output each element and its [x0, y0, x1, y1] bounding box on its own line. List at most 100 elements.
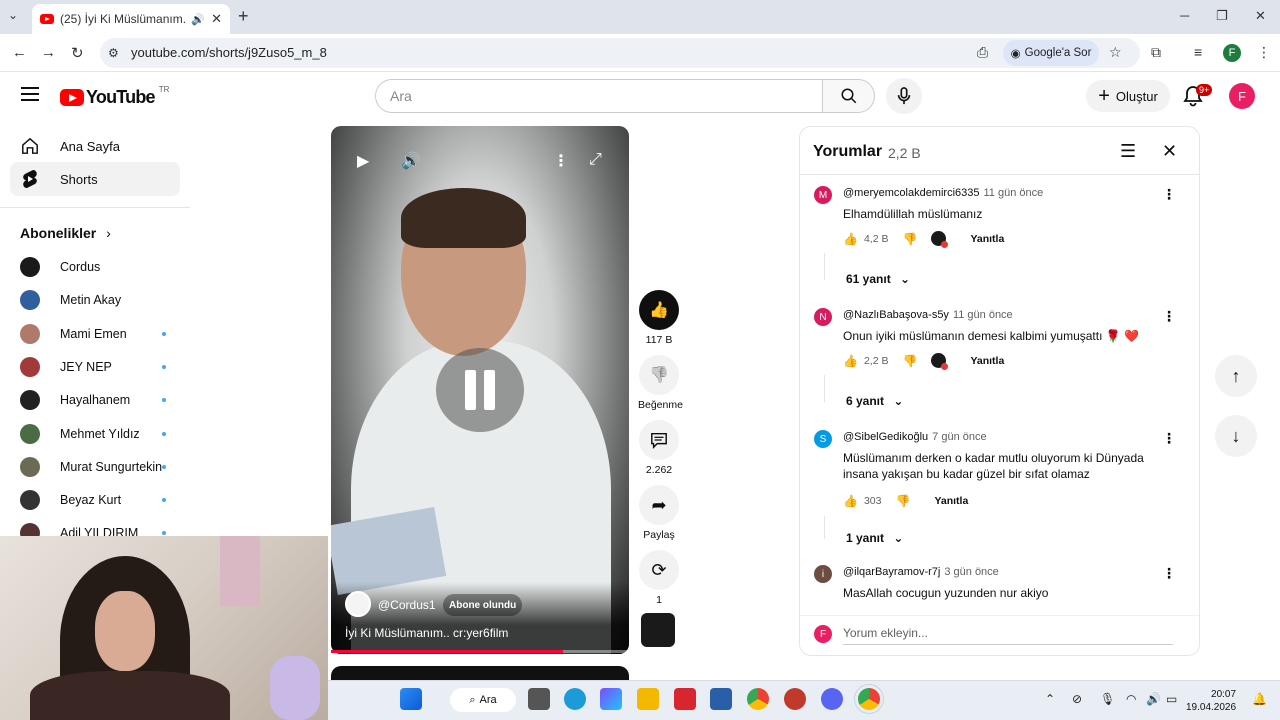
- comment-more-icon[interactable]: ⋮: [1162, 565, 1176, 582]
- new-tab-button[interactable]: +: [238, 6, 249, 27]
- bookmark-star-icon[interactable]: ☆: [1109, 44, 1122, 61]
- wifi-icon[interactable]: ◠: [1126, 692, 1136, 706]
- comment-input[interactable]: Yorum ekleyin...: [843, 626, 928, 640]
- subscribed-button[interactable]: Abone olundu: [443, 594, 523, 616]
- replies-toggle[interactable]: 6 yanıt ⌄: [846, 394, 903, 408]
- browser-tab[interactable]: (25) İyi Ki Müslümanım.. cr: 🔊 ✕: [32, 4, 230, 34]
- chrome-icon[interactable]: [747, 688, 769, 710]
- commenter-avatar[interactable]: N: [814, 308, 832, 326]
- sidebar-subscription-item[interactable]: Hayalhanem: [20, 388, 180, 412]
- close-window-button[interactable]: ✕: [1255, 8, 1266, 24]
- file-explorer-icon[interactable]: [637, 688, 659, 710]
- like-icon[interactable]: 👍: [843, 354, 858, 368]
- tray-chevron-icon[interactable]: ⌃: [1045, 692, 1055, 706]
- commenter-avatar[interactable]: i: [814, 565, 832, 583]
- chrome-active-icon[interactable]: [858, 688, 880, 710]
- voice-search-button[interactable]: [886, 78, 922, 114]
- browser-profile-avatar[interactable]: F: [1223, 44, 1241, 62]
- tab-audio-icon[interactable]: 🔊: [191, 13, 205, 26]
- network-off-icon[interactable]: ⊘: [1072, 692, 1082, 706]
- edge-icon[interactable]: [564, 688, 586, 710]
- maximize-button[interactable]: ❐: [1216, 8, 1228, 24]
- comment-author[interactable]: @meryemcolakdemirci6335 11 gün önce: [843, 187, 1043, 199]
- reply-button[interactable]: Yanıtla: [934, 495, 968, 507]
- previous-short-button[interactable]: ↑: [1215, 355, 1257, 397]
- comment-author[interactable]: @SibelGedikoğlu 7 gün önce: [843, 431, 987, 443]
- windows-start-icon[interactable]: [400, 688, 422, 710]
- dislike-icon[interactable]: 👎: [902, 232, 917, 246]
- comments-button[interactable]: 2.262: [638, 420, 680, 476]
- video-title[interactable]: İyi Ki Müslümanım.. cr:yer6film: [345, 626, 508, 640]
- reload-button[interactable]: ↻: [71, 44, 84, 62]
- user-avatar[interactable]: F: [1229, 83, 1255, 109]
- next-short-button[interactable]: ↓: [1215, 415, 1257, 457]
- comment-more-icon[interactable]: ⋮: [1162, 186, 1176, 203]
- tab-search-chevron-icon[interactable]: ⌄: [8, 8, 18, 22]
- back-button[interactable]: ←: [12, 44, 27, 61]
- site-info-icon[interactable]: ⚙: [108, 46, 119, 60]
- youtube-logo[interactable]: YouTube TR: [60, 85, 169, 108]
- taskbar-search[interactable]: ⌕ Ara: [450, 688, 516, 712]
- tab-close-icon[interactable]: ✕: [211, 11, 222, 27]
- dislike-icon[interactable]: 👎: [895, 494, 910, 508]
- channel-thumbnail[interactable]: [641, 613, 675, 647]
- extensions-icon[interactable]: ⧉: [1151, 44, 1161, 61]
- ask-google-button[interactable]: ◉ Google'a Sor: [1003, 40, 1099, 66]
- url-text[interactable]: youtube.com/shorts/j9Zuso5_m_8: [131, 45, 327, 60]
- sidebar-subscription-item[interactable]: Beyaz Kurt: [20, 488, 180, 512]
- comment-more-icon[interactable]: ⋮: [1162, 430, 1176, 447]
- replies-toggle[interactable]: 1 yanıt ⌄: [846, 531, 903, 545]
- pause-overlay-icon[interactable]: [436, 348, 524, 432]
- like-button[interactable]: 👍 117 B: [638, 290, 680, 346]
- reply-button[interactable]: Yanıtla: [970, 233, 1004, 245]
- wps-office-icon[interactable]: [674, 688, 696, 710]
- share-button[interactable]: ➦ Paylaş: [638, 485, 680, 541]
- app-icon[interactable]: [784, 688, 806, 710]
- dislike-icon[interactable]: 👎: [902, 354, 917, 368]
- sidebar-item-shorts[interactable]: Shorts: [10, 162, 180, 196]
- sidebar-subscription-item[interactable]: Mehmet Yıldız: [20, 422, 180, 446]
- subscriptions-heading[interactable]: Abonelikler ›: [20, 225, 111, 241]
- volume-icon[interactable]: 🔊: [401, 151, 421, 171]
- microphone-tray-icon[interactable]: 🎙: [1100, 692, 1115, 706]
- speaker-icon[interactable]: 🔊: [1146, 692, 1161, 706]
- sidebar-subscription-item[interactable]: Metin Akay: [20, 288, 180, 312]
- copilot-icon[interactable]: [600, 688, 622, 710]
- task-view-icon[interactable]: [528, 688, 550, 710]
- battery-icon[interactable]: ▭: [1166, 692, 1177, 706]
- search-input[interactable]: Ara: [375, 79, 823, 113]
- forward-button[interactable]: →: [41, 44, 56, 61]
- microsoft-store-icon[interactable]: [710, 688, 732, 710]
- commenter-avatar[interactable]: S: [814, 430, 832, 448]
- video-more-icon[interactable]: ⋮: [553, 151, 569, 171]
- browser-menu-icon[interactable]: ⋮: [1257, 44, 1271, 61]
- fullscreen-icon[interactable]: ⤢: [589, 151, 602, 169]
- like-icon[interactable]: 👍: [843, 494, 858, 508]
- media-controls-icon[interactable]: ≡: [1194, 44, 1202, 60]
- sidebar-subscription-item[interactable]: Mami Emen: [20, 322, 180, 346]
- notifications-tray-icon[interactable]: 🔔: [1252, 692, 1267, 706]
- hamburger-menu-icon[interactable]: [21, 87, 39, 105]
- discord-icon[interactable]: [821, 688, 843, 710]
- replies-toggle[interactable]: 61 yanıt ⌄: [846, 272, 910, 286]
- like-icon[interactable]: 👍: [843, 232, 858, 246]
- play-icon[interactable]: ▶: [357, 151, 369, 171]
- comment-author[interactable]: @ilqarBayramov-r7j 3 gün önce: [843, 566, 999, 578]
- comment-more-icon[interactable]: ⋮: [1162, 308, 1176, 325]
- sidebar-subscription-item[interactable]: Cordus: [20, 255, 180, 279]
- create-button[interactable]: + Oluştur: [1086, 80, 1170, 112]
- install-app-icon[interactable]: ⎙: [977, 44, 988, 61]
- sidebar-subscription-item[interactable]: Murat Sungurtekin: [20, 455, 180, 479]
- minimize-button[interactable]: ─: [1180, 8, 1189, 23]
- sidebar-subscription-item[interactable]: JEY NEP: [20, 355, 180, 379]
- remix-button[interactable]: ⟳ 1: [638, 550, 680, 606]
- system-clock[interactable]: 20:07 19.04.2026: [1186, 688, 1236, 714]
- sidebar-item-home[interactable]: Ana Sayfa: [10, 129, 180, 163]
- channel-name[interactable]: @Cordus1: [378, 598, 436, 612]
- comment-author[interactable]: @NazlıBabaşova-s5y 11 gün önce: [843, 309, 1013, 321]
- dislike-button[interactable]: 👎 Beğenme: [638, 355, 683, 411]
- commenter-avatar[interactable]: M: [814, 186, 832, 204]
- close-comments-icon[interactable]: ✕: [1162, 141, 1177, 162]
- add-comment-bar[interactable]: F Yorum ekleyin...: [800, 615, 1199, 655]
- reply-button[interactable]: Yanıtla: [970, 355, 1004, 367]
